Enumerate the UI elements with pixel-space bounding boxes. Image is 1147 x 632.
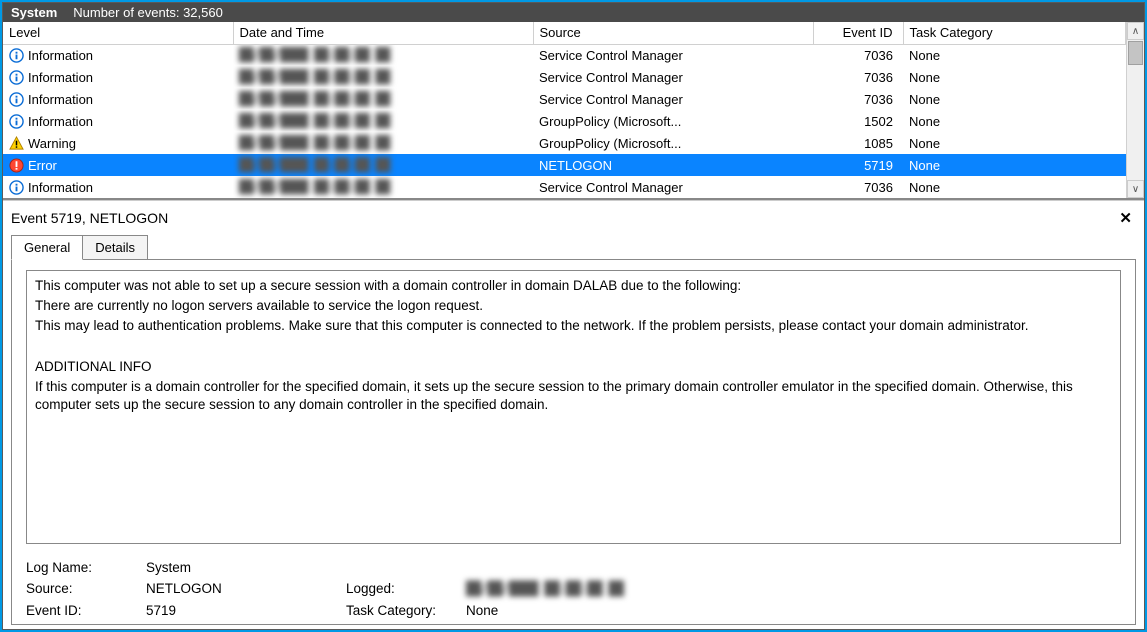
prop-eventid-key: Event ID: [26, 603, 146, 618]
event-id-text: 5719 [813, 154, 903, 176]
date-text: ██/██/████ ██:██:██ ██ [239, 92, 389, 107]
prop-eventid-val: 5719 [146, 603, 346, 618]
detail-header: Event 5719, NETLOGON ✕ [11, 205, 1136, 233]
date-text: ██/██/████ ██:██:██ ██ [239, 114, 389, 129]
date-text: ██/██/████ ██:██:██ ██ [239, 70, 389, 85]
date-text: ██/██/████ ██:██:██ ██ [239, 180, 389, 195]
column-header-row[interactable]: Level Date and Time Source Event ID Task… [3, 22, 1126, 44]
event-grid[interactable]: Level Date and Time Source Event ID Task… [3, 22, 1126, 198]
prop-logname-key: Log Name: [26, 560, 146, 575]
table-row[interactable]: Information ██/██/████ ██:██:██ ██ Service… [3, 44, 1126, 66]
date-text: ██/██/████ ██:██:██ ██ [239, 48, 389, 63]
scroll-down-button[interactable]: ∨ [1127, 180, 1144, 198]
tab-general[interactable]: General [11, 235, 83, 260]
task-text: None [903, 154, 1126, 176]
info-icon [9, 92, 24, 107]
table-row[interactable]: Error ██/██/████ ██:██:██ ██ NETLOGON5719N… [3, 154, 1126, 176]
info-icon [9, 114, 24, 129]
col-source[interactable]: Source [533, 22, 813, 44]
table-row[interactable]: Information ██/██/████ ██:██:██ ██ Service… [3, 66, 1126, 88]
col-event-id[interactable]: Event ID [813, 22, 903, 44]
source-text: GroupPolicy (Microsoft... [533, 110, 813, 132]
level-text: Information [28, 70, 93, 85]
date-text: ██/██/████ ██:██:██ ██ [239, 158, 389, 173]
warn-icon [9, 136, 24, 151]
level-text: Information [28, 180, 93, 195]
task-text: None [903, 44, 1126, 66]
level-text: Warning [28, 136, 76, 151]
source-text: Service Control Manager [533, 66, 813, 88]
task-text: None [903, 66, 1126, 88]
prop-logged-key: Logged: [346, 581, 466, 597]
titlebar: System Number of events: 32,560 [3, 3, 1144, 22]
event-id-text: 7036 [813, 176, 903, 198]
info-icon [9, 48, 24, 63]
vertical-scrollbar[interactable]: ∧ ∨ [1126, 22, 1144, 198]
event-id-text: 7036 [813, 88, 903, 110]
event-id-text: 7036 [813, 66, 903, 88]
prop-source-key: Source: [26, 581, 146, 597]
prop-source-val: NETLOGON [146, 581, 346, 597]
task-text: None [903, 132, 1126, 154]
col-date[interactable]: Date and Time [233, 22, 533, 44]
event-viewer-window: System Number of events: 32,560 Level Da… [2, 2, 1145, 630]
info-icon [9, 70, 24, 85]
table-row[interactable]: Information ██/██/████ ██:██:██ ██ GroupPo… [3, 110, 1126, 132]
source-text: GroupPolicy (Microsoft... [533, 132, 813, 154]
event-id-text: 7036 [813, 44, 903, 66]
date-text: ██/██/████ ██:██:██ ██ [239, 136, 389, 151]
task-text: None [903, 88, 1126, 110]
task-text: None [903, 110, 1126, 132]
col-level[interactable]: Level [3, 22, 233, 44]
event-properties: Log Name: System Source: NETLOGON Logged… [26, 560, 1121, 618]
level-text: Information [28, 48, 93, 63]
tab-details[interactable]: Details [82, 235, 148, 259]
scroll-up-button[interactable]: ∧ [1127, 22, 1144, 40]
prop-logname-val: System [146, 560, 346, 575]
col-task[interactable]: Task Category [903, 22, 1126, 44]
event-id-text: 1502 [813, 110, 903, 132]
detail-pane: Event 5719, NETLOGON ✕ General Details T… [3, 200, 1144, 629]
event-description[interactable]: This computer was not able to set up a s… [26, 270, 1121, 544]
source-text: NETLOGON [533, 154, 813, 176]
event-grid-wrap: Level Date and Time Source Event ID Task… [3, 22, 1144, 200]
scroll-thumb[interactable] [1128, 41, 1143, 65]
table-row[interactable]: Information ██/██/████ ██:██:██ ██ Service… [3, 88, 1126, 110]
close-detail-button[interactable]: ✕ [1115, 209, 1136, 227]
table-row[interactable]: Warning ██/██/████ ██:██:██ ██ GroupPolicy… [3, 132, 1126, 154]
detail-tabs: General Details [11, 235, 1136, 260]
error-icon [9, 158, 24, 173]
source-text: Service Control Manager [533, 88, 813, 110]
prop-logged-val: ██/██/████ ██:██:██ ██ [466, 581, 766, 597]
level-text: Information [28, 114, 93, 129]
info-icon [9, 180, 24, 195]
table-row[interactable]: Information ██/██/████ ██:██:██ ██ Service… [3, 176, 1126, 198]
prop-taskcat-key: Task Category: [346, 603, 466, 618]
prop-taskcat-val: None [466, 603, 766, 618]
level-text: Information [28, 92, 93, 107]
event-count: Number of events: 32,560 [73, 5, 223, 20]
source-text: Service Control Manager [533, 44, 813, 66]
event-id-text: 1085 [813, 132, 903, 154]
tab-general-body: This computer was not able to set up a s… [11, 260, 1136, 625]
source-text: Service Control Manager [533, 176, 813, 198]
log-name: System [11, 5, 57, 20]
task-text: None [903, 176, 1126, 198]
detail-title: Event 5719, NETLOGON [11, 210, 168, 226]
level-text: Error [28, 158, 57, 173]
